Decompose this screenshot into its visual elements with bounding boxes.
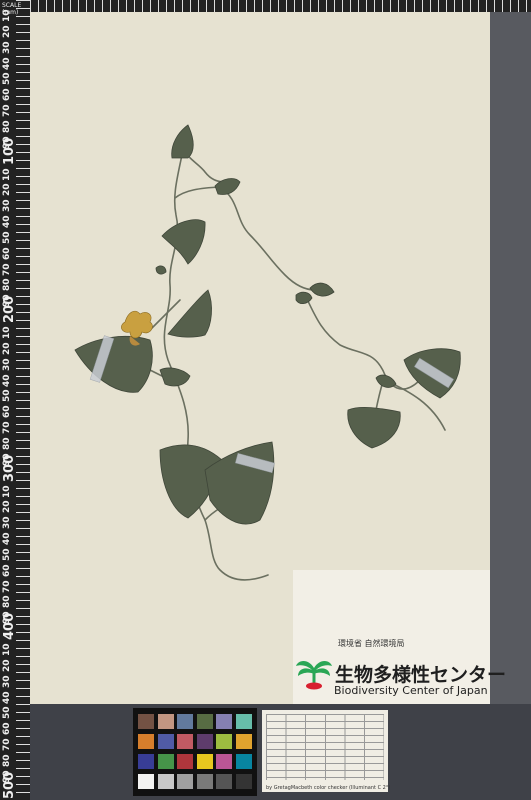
- color-swatch: [216, 734, 232, 749]
- color-swatch: [138, 774, 154, 789]
- color-swatch: [157, 714, 174, 729]
- color-swatch: [235, 754, 252, 769]
- color-swatch: [196, 754, 213, 769]
- ministry-name: 環境省 自然環境局: [338, 639, 405, 648]
- color-swatch: [157, 734, 174, 749]
- color-reference-table: [262, 710, 388, 792]
- color-swatch: [235, 734, 252, 749]
- color-swatch: [177, 734, 193, 749]
- color-swatch: [235, 714, 252, 729]
- color-swatch: [196, 774, 213, 789]
- color-swatch: [138, 754, 154, 769]
- color-swatch: [138, 714, 154, 729]
- institution-name-en: Biodiversity Center of Japan: [334, 684, 488, 697]
- color-swatch: [157, 754, 174, 769]
- color-swatch: [157, 774, 174, 789]
- color-swatch: [196, 714, 213, 729]
- color-swatch: [216, 754, 232, 769]
- color-swatch: [216, 774, 232, 789]
- logo-tree-icon: [296, 661, 332, 690]
- color-swatch: [216, 714, 232, 729]
- color-checker-caption: by GretagMacbeth color checker (Illumina…: [266, 785, 391, 791]
- color-swatch: [177, 754, 193, 769]
- color-checker: [133, 708, 257, 796]
- color-table-grid: [266, 714, 384, 780]
- color-swatch: [138, 734, 154, 749]
- color-swatch: [177, 774, 193, 789]
- color-swatch: [196, 734, 213, 749]
- color-swatch: [235, 774, 252, 789]
- color-swatch: [177, 714, 193, 729]
- institution-name-jp: 生物多様性センター: [335, 664, 507, 686]
